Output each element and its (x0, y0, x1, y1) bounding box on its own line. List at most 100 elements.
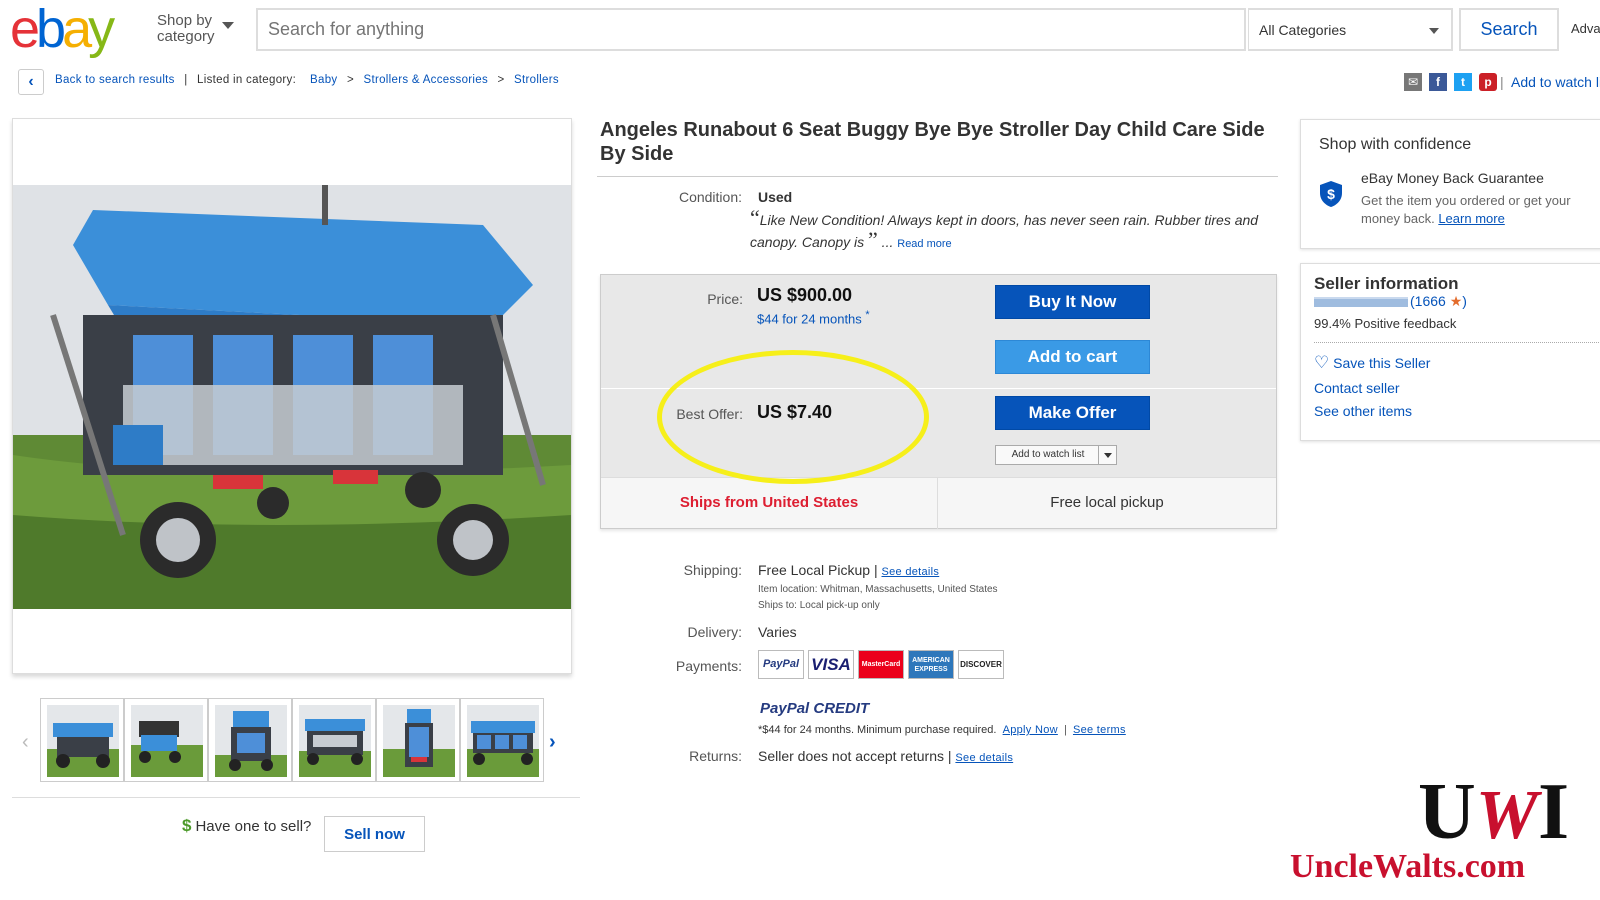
thumbnail-6[interactable] (460, 698, 544, 782)
category-select[interactable]: All Categories (1248, 8, 1453, 51)
chevron-down-icon[interactable] (222, 22, 234, 29)
category-selected: All Categories (1259, 22, 1347, 38)
thumbnail-1[interactable] (40, 698, 124, 782)
free-local-pickup: Free local pickup (1050, 494, 1164, 511)
returns-see-details-link[interactable]: See details (955, 752, 1013, 764)
save-seller-label: Save this Seller (1333, 355, 1431, 371)
price-label: Price: (707, 291, 743, 307)
facebook-icon[interactable]: f (1429, 73, 1447, 91)
payments-label: Payments: (675, 658, 742, 674)
unclewalts-url: UncleWalts.com (1290, 848, 1526, 885)
amex-icon: AMERICAN EXPRESS (908, 650, 954, 679)
email-icon[interactable]: ✉ (1404, 73, 1422, 91)
breadcrumb-strollers-accessories[interactable]: Strollers & Accessories (364, 74, 489, 86)
shipping-value: Free Local Pickup | See details (758, 562, 939, 578)
back-to-results-link[interactable]: Back to search results (55, 74, 175, 86)
discover-icon: DISCOVER (958, 650, 1004, 679)
seller-info-panel: Seller information (1666 ★) 99.4% Positi… (1300, 263, 1600, 441)
highlight-circle (657, 350, 929, 484)
logo-w: W (1475, 777, 1539, 854)
separator: > (497, 74, 505, 86)
financing-text: $44 for 24 months (757, 311, 862, 327)
chevron-down-icon[interactable] (1098, 446, 1116, 464)
shop-with-confidence-panel: Shop with confidence $ eBay Money Back G… (1300, 119, 1600, 249)
shipping-text: Free Local Pickup | (758, 562, 878, 578)
positive-feedback: 99.4% Positive feedback (1314, 316, 1457, 331)
separator: | (1500, 74, 1504, 90)
thumbnail-2[interactable] (124, 698, 208, 782)
delivery-value: Varies (758, 624, 797, 640)
separator: | (184, 74, 188, 86)
add-to-cart-button[interactable]: Add to cart (995, 340, 1150, 374)
watch-list-label: Add to watch list (1011, 449, 1085, 460)
heart-icon: ♡ (1314, 353, 1330, 372)
read-more-link[interactable]: Read more (897, 238, 951, 250)
search-input[interactable] (268, 19, 1168, 40)
mastercard-icon: MasterCard (858, 650, 904, 679)
thumbnail-4[interactable] (292, 698, 376, 782)
chevron-left-icon[interactable]: ‹ (22, 731, 29, 754)
visa-icon: VISA (808, 650, 854, 679)
shipping-strip: Ships from United States Free local pick… (601, 477, 1276, 529)
sell-now-button[interactable]: Sell now (324, 816, 425, 852)
buy-it-now-button[interactable]: Buy It Now (995, 285, 1150, 319)
seller-title: Seller information (1314, 274, 1459, 293)
contact-seller-link[interactable]: Contact seller (1314, 380, 1400, 396)
star-icon: ★ (1449, 293, 1463, 309)
price-value: US $900.00 (757, 285, 853, 305)
chevron-right-icon[interactable]: › (549, 731, 556, 754)
money-back-text: Get the item you ordered or get your mon… (1361, 192, 1600, 228)
breadcrumb-baby[interactable]: Baby (310, 74, 337, 86)
add-to-watch-list-select[interactable]: Add to watch list (995, 445, 1117, 465)
dollar-icon: $ (182, 816, 192, 835)
pinterest-icon[interactable]: p (1479, 73, 1497, 91)
credit-terms: *$44 for 24 months. Minimum purchase req… (758, 724, 1126, 736)
confidence-title: Shop with confidence (1319, 136, 1472, 153)
paypal-word: PayPal (760, 700, 810, 717)
seller-name-redacted[interactable] (1314, 297, 1408, 307)
credit-word: CREDIT (813, 700, 870, 717)
breadcrumb: Back to search results | Listed in categ… (55, 74, 559, 86)
chevron-left-icon[interactable]: ‹ (18, 69, 44, 95)
returns-text: Seller does not accept returns | (758, 748, 952, 764)
separator: | (1063, 724, 1067, 736)
apply-now-link[interactable]: Apply Now (1003, 724, 1058, 736)
svg-text:$: $ (1327, 186, 1335, 202)
thumbnail-5[interactable] (376, 698, 460, 782)
main-image-panel[interactable] (12, 118, 572, 674)
see-terms-link[interactable]: See terms (1073, 724, 1126, 736)
make-offer-button[interactable]: Make Offer (995, 396, 1150, 430)
logo-u: U (1418, 768, 1476, 856)
add-to-watch-list-link[interactable]: Add to watch list (1511, 74, 1600, 90)
ships-from: Ships from United States (601, 478, 938, 529)
ebay-logo[interactable]: ebay (10, 2, 115, 56)
separator: > (346, 74, 354, 86)
twitter-icon[interactable]: t (1454, 73, 1472, 91)
shipping-label: Shipping: (683, 562, 742, 578)
see-other-items-link[interactable]: See other items (1314, 403, 1412, 419)
sell-question: Have one to sell? (195, 818, 312, 835)
returns-value: Seller does not accept returns | See det… (758, 748, 1013, 764)
learn-more-link[interactable]: Learn more (1438, 211, 1504, 226)
divider (1314, 342, 1600, 343)
shield-icon: $ (1320, 181, 1342, 207)
condition-description: “Like New Condition! Always kept in door… (750, 205, 1259, 252)
see-details-link[interactable]: See details (881, 566, 939, 578)
thumbnail-3[interactable] (208, 698, 292, 782)
logo-i: I (1538, 768, 1570, 856)
search-box (256, 8, 1246, 51)
condition-label: Condition: (678, 189, 742, 205)
open-quote-icon: “ (750, 205, 760, 230)
header: ebay Shop by category All Categories Sea… (0, 0, 1600, 58)
save-seller-link[interactable]: ♡ Save this Seller (1314, 353, 1430, 373)
chevron-down-icon (1429, 28, 1439, 34)
financing-link[interactable]: $44 for 24 months * (757, 309, 870, 326)
category-label: category (157, 28, 215, 45)
score-close: ) (1462, 293, 1467, 309)
search-button[interactable]: Search (1459, 8, 1559, 51)
shop-by-category-button[interactable]: Shop by category (157, 13, 215, 45)
score-value[interactable]: (1666 (1410, 293, 1446, 309)
advanced-search-link[interactable]: Advanced (1571, 21, 1600, 36)
sell-prompt: $ Have one to sell? (182, 816, 311, 836)
breadcrumb-strollers[interactable]: Strollers (514, 74, 559, 86)
